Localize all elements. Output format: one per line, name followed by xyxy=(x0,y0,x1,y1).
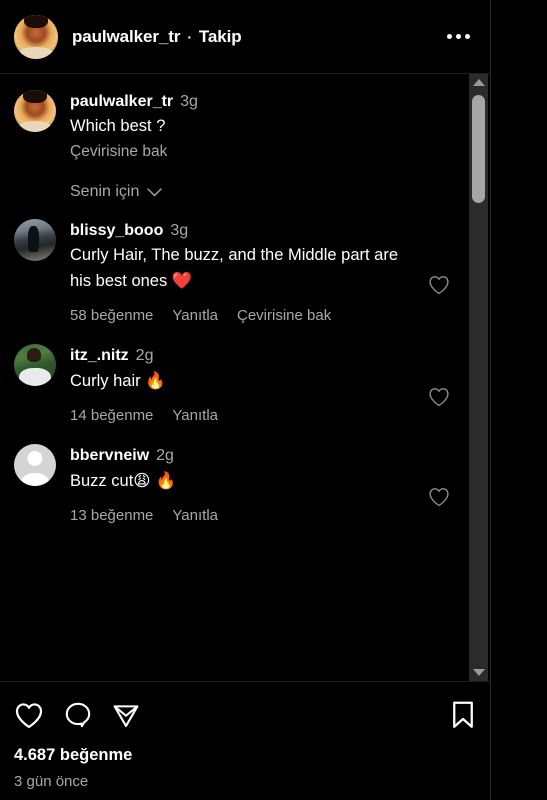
scroll-down-arrow-icon[interactable] xyxy=(469,664,488,681)
comment-emoji: ❤️ xyxy=(171,271,193,290)
instagram-post-comments-screen: paulwalker_tr · Takip paulwalker_tr 3g W… xyxy=(0,0,547,800)
avatar-image xyxy=(14,344,56,386)
comment-likes-count[interactable]: 58 beğenme xyxy=(70,307,153,324)
post-header: paulwalker_tr · Takip xyxy=(0,0,490,74)
chevron-down-icon xyxy=(147,187,163,197)
comment-text-content: Buzz cut xyxy=(70,472,134,490)
comment-timestamp: 2g xyxy=(156,447,174,464)
post-author-row: paulwalker_tr · Takip xyxy=(72,27,242,47)
comment-bubble-icon[interactable] xyxy=(64,701,92,729)
comment-text: Curly Hair, The buzz, and the Middle par… xyxy=(70,243,422,294)
avatar-image-default xyxy=(14,444,56,486)
comments-scrollbar[interactable] xyxy=(469,74,488,681)
comment-emoji: 😩 🔥 xyxy=(133,471,177,490)
post-likes-count[interactable]: 4.687 beğenme xyxy=(14,746,476,765)
comments-scroll-region[interactable]: paulwalker_tr 3g Which best ? Çevirisine … xyxy=(0,74,490,681)
heart-outline-icon[interactable] xyxy=(14,702,44,729)
comment-header: itz_.nitz 2g xyxy=(70,345,422,366)
scrollbar-thumb[interactable] xyxy=(472,95,485,203)
comment-emoji: 🔥 xyxy=(145,371,166,390)
comment-reply-button[interactable]: Yanıtla xyxy=(172,307,218,324)
avatar-caption-author[interactable] xyxy=(14,90,56,132)
caption-text: Which best ? xyxy=(70,117,166,135)
comment-body: bbervneiw 2g Buzz cut😩 🔥 13 beğenme Yanıt… xyxy=(70,444,422,524)
comment-meta-row: 58 beğenme Yanıtla Çevirisine bak xyxy=(70,307,422,324)
avatar-commenter[interactable] xyxy=(14,444,56,486)
header-separator: · xyxy=(187,28,192,45)
bookmark-outline-icon[interactable] xyxy=(450,700,476,730)
comment-item: itz_.nitz 2g Curly hair 🔥 14 beğenme Yanı… xyxy=(0,344,468,424)
comment-meta-row: 14 beğenme Yanıtla xyxy=(70,407,422,424)
comment-item: blissy_booo 3g Curly Hair, The buzz, and … xyxy=(0,219,468,324)
comment-body: itz_.nitz 2g Curly hair 🔥 14 beğenme Yanı… xyxy=(70,344,422,424)
comment-like-column xyxy=(422,219,456,324)
caption-timestamp: 3g xyxy=(180,93,198,110)
comment-reply-button[interactable]: Yanıtla xyxy=(172,407,218,424)
caption-header: paulwalker_tr 3g xyxy=(70,91,456,112)
avatar-commenter[interactable] xyxy=(14,344,56,386)
comment-like-column xyxy=(422,344,456,424)
comment-text-content: Curly Hair, The buzz, and the Middle par… xyxy=(70,246,399,290)
avatar-image xyxy=(14,14,58,59)
comment-filter-row[interactable]: Senin için xyxy=(0,169,468,219)
comment-username[interactable]: bbervneiw xyxy=(70,447,149,464)
caption-username[interactable]: paulwalker_tr xyxy=(70,93,173,110)
comment-like-column xyxy=(422,444,456,524)
comment-item: bbervneiw 2g Buzz cut😩 🔥 13 beğenme Yanıt… xyxy=(0,444,468,524)
caption-body: paulwalker_tr 3g Which best ? Çevirisine … xyxy=(70,90,456,163)
post-time-ago: 3 gün önce xyxy=(14,773,89,790)
scrollbar-track[interactable] xyxy=(469,91,488,664)
avatar-image xyxy=(14,90,56,132)
avatar-post-author[interactable] xyxy=(14,14,58,59)
follow-button[interactable]: Takip xyxy=(199,27,242,47)
comment-meta-row: 13 beğenme Yanıtla xyxy=(70,507,422,524)
comment-body: blissy_booo 3g Curly Hair, The buzz, and … xyxy=(70,219,422,324)
heart-outline-icon[interactable] xyxy=(428,387,450,407)
comment-translate-link[interactable]: Çevirisine bak xyxy=(237,307,331,324)
avatar-commenter[interactable] xyxy=(14,219,56,261)
comment-username[interactable]: itz_.nitz xyxy=(70,347,129,364)
post-caption: paulwalker_tr 3g Which best ? Çevirisine … xyxy=(0,90,468,163)
comment-likes-count[interactable]: 14 beğenme xyxy=(70,407,153,424)
scroll-up-arrow-icon[interactable] xyxy=(469,74,488,91)
comment-filter-label: Senin için xyxy=(70,183,140,200)
heart-outline-icon[interactable] xyxy=(428,275,450,295)
comment-timestamp: 3g xyxy=(170,222,189,239)
comment-header: bbervneiw 2g xyxy=(70,445,422,466)
caption-translate-link[interactable]: Çevirisine bak xyxy=(70,141,456,163)
comment-text: Curly hair 🔥 xyxy=(70,368,422,394)
comments-list: paulwalker_tr 3g Which best ? Çevirisine … xyxy=(0,74,468,550)
share-paper-plane-icon[interactable] xyxy=(112,701,140,729)
comment-reply-button[interactable]: Yanıtla xyxy=(172,507,218,524)
comment-likes-count[interactable]: 13 beğenme xyxy=(70,507,153,524)
action-icons-row xyxy=(14,700,476,730)
post-action-bar: 4.687 beğenme 3 gün önce xyxy=(0,681,490,800)
comment-timestamp: 2g xyxy=(135,347,154,364)
comment-username[interactable]: blissy_booo xyxy=(70,222,163,239)
post-panel: paulwalker_tr · Takip paulwalker_tr 3g W… xyxy=(0,0,491,800)
heart-outline-icon[interactable] xyxy=(428,487,450,507)
comment-header: blissy_booo 3g xyxy=(70,220,422,241)
post-author-username[interactable]: paulwalker_tr xyxy=(72,27,180,47)
comment-text: Buzz cut😩 🔥 xyxy=(70,468,422,494)
avatar-image xyxy=(14,219,56,261)
ellipsis-icon[interactable] xyxy=(441,26,476,47)
comment-text-content: Curly hair xyxy=(70,372,146,390)
